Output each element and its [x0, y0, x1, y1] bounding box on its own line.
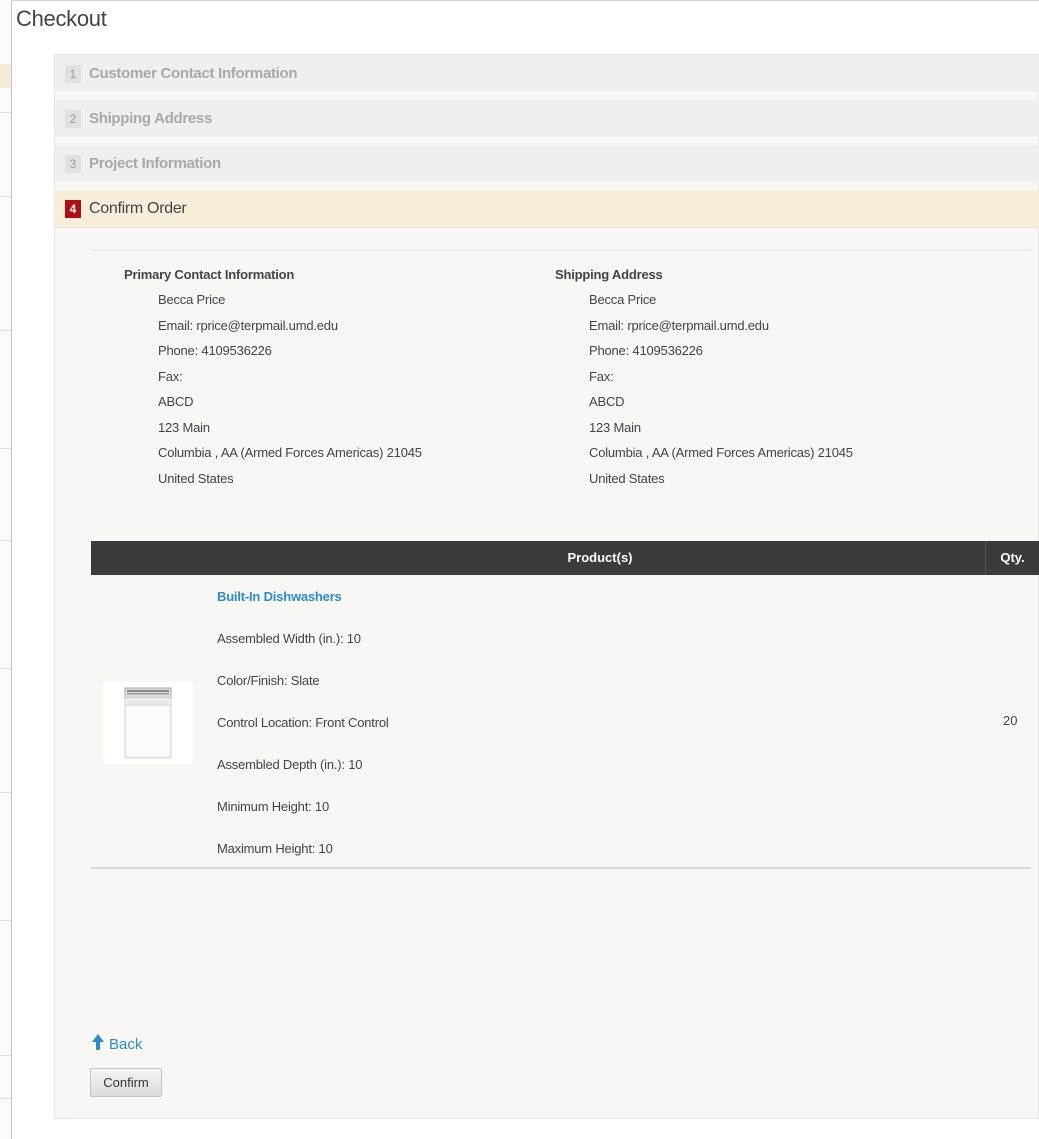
step-label: Confirm Order	[89, 199, 187, 217]
step-label: Customer Contact Information	[89, 65, 298, 82]
step-number: 3	[65, 154, 81, 173]
shipping-name: Becca Price	[589, 292, 657, 307]
shipping-address-section: Shipping Address Becca Price Email: rpri…	[555, 267, 853, 491]
products-column-header: Product(s)	[567, 550, 633, 565]
confirm-button[interactable]: Confirm	[90, 1068, 162, 1097]
step-number: 1	[65, 64, 81, 83]
product-qty: 20	[1003, 713, 1018, 728]
checkout-panel: 1 Customer Contact Information 2 Shippin…	[54, 54, 1039, 1119]
products-table: Product(s) Qty. Built-In Dishwashers Ass…	[91, 541, 1039, 869]
shipping-address-heading: Shipping Address	[555, 267, 663, 282]
contact-phone: Phone: 4109536226	[158, 343, 272, 358]
contact-email: Email: rprice@terpmail.umd.edu	[158, 317, 338, 333]
primary-contact-section: Primary Contact Information Becca Price …	[124, 267, 422, 491]
shipping-city-state-zip: Columbia , AA (Armed Forces Americas) 21…	[589, 445, 853, 460]
product-attribute: Assembled Width (in.): 10	[217, 631, 361, 646]
step-confirm-order[interactable]: 4 Confirm Order	[55, 190, 1039, 228]
qty-column-header: Qty.	[1000, 550, 1025, 565]
primary-contact-heading: Primary Contact Information	[124, 267, 295, 282]
product-attribute: Control Location: Front Control	[217, 715, 389, 730]
shipping-fax: Fax:	[589, 368, 614, 384]
step-number: 2	[65, 109, 81, 128]
contact-name: Becca Price	[158, 292, 226, 307]
contact-street: 123 Main	[158, 419, 210, 435]
shipping-email: Email: rprice@terpmail.umd.edu	[589, 317, 769, 333]
product-attribute: Minimum Height: 10	[217, 799, 329, 814]
products-table-header: Product(s) Qty.	[91, 541, 1039, 575]
contact-city-state-zip: Columbia , AA (Armed Forces Americas) 21…	[158, 445, 422, 460]
back-link[interactable]: Back	[91, 1033, 142, 1056]
step-project-information[interactable]: 3 Project Information	[55, 145, 1039, 183]
product-name-link[interactable]: Built-In Dishwashers	[217, 589, 342, 604]
product-attribute: Color/Finish: Slate	[217, 673, 320, 688]
shipping-company: ABCD	[589, 394, 625, 409]
shipping-phone: Phone: 4109536226	[589, 343, 703, 358]
step-customer-contact[interactable]: 1 Customer Contact Information	[55, 55, 1039, 93]
contact-fax: Fax:	[158, 368, 183, 384]
shipping-country: United States	[589, 470, 665, 486]
step-number: 4	[65, 199, 81, 218]
back-label: Back	[109, 1036, 143, 1053]
contact-company: ABCD	[158, 394, 194, 409]
dishwasher-image	[103, 682, 193, 764]
product-attribute: Maximum Height: 10	[217, 841, 333, 856]
table-row: Built-In Dishwashers Assembled Width (in…	[91, 575, 1031, 869]
product-attribute: Assembled Depth (in.): 10	[217, 757, 363, 772]
page-title: Checkout	[16, 6, 107, 31]
step-label: Project Information	[89, 155, 221, 172]
section-divider	[91, 249, 1031, 251]
step-shipping-address[interactable]: 2 Shipping Address	[55, 100, 1039, 138]
top-divider	[12, 0, 1039, 1]
left-frame	[0, 0, 12, 1139]
shipping-street: 123 Main	[589, 419, 641, 435]
contact-country: United States	[158, 470, 234, 486]
checkout-page: Checkout 1 Customer Contact Information …	[0, 0, 1039, 1139]
step-label: Shipping Address	[89, 110, 212, 127]
up-arrow-icon	[91, 1033, 105, 1056]
